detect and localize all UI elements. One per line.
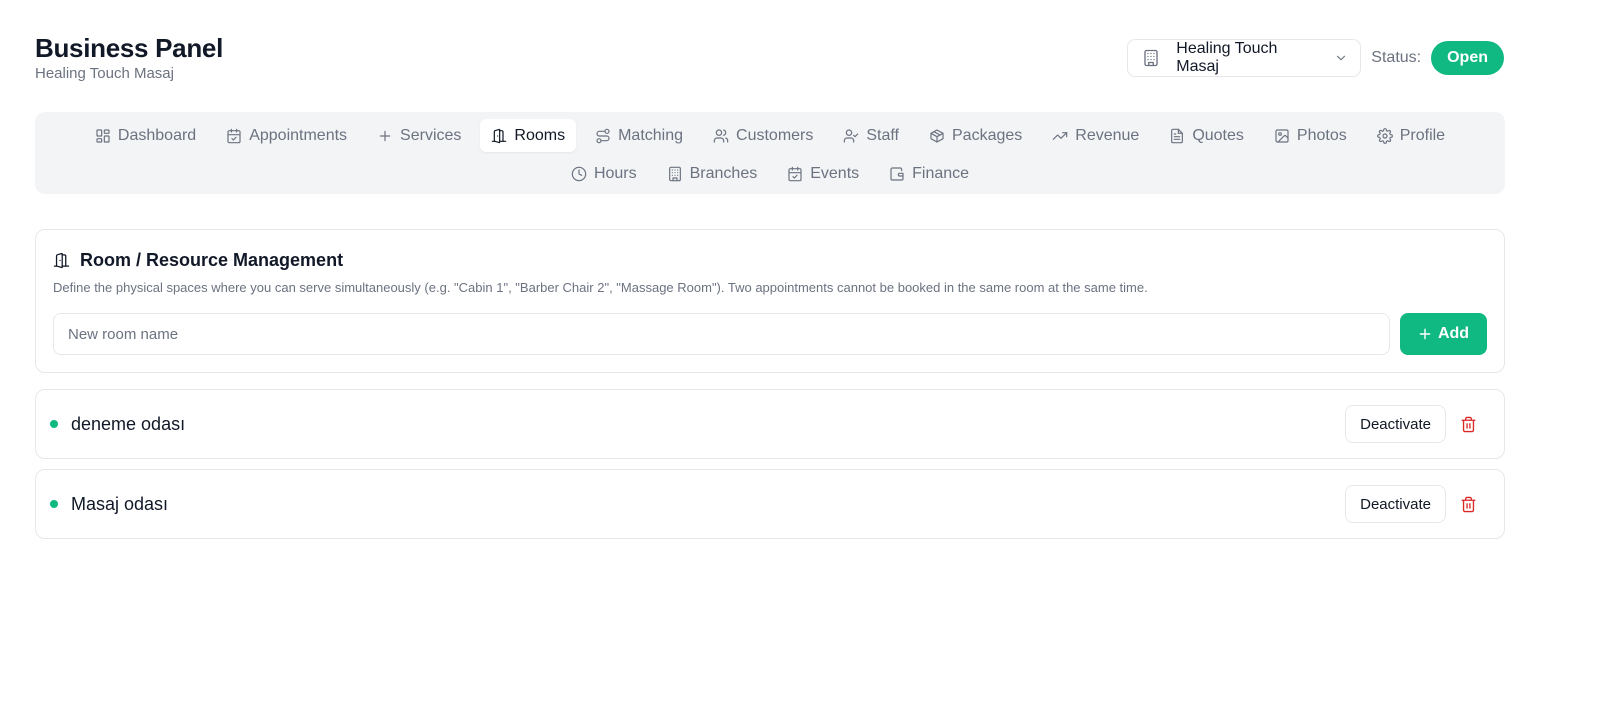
status-label: Status:	[1371, 49, 1422, 66]
section-title-text: Room / Resource Management	[80, 250, 344, 270]
tab-matching[interactable]: Matching	[584, 119, 694, 152]
tab-label: Services	[400, 126, 462, 144]
tab-finance[interactable]: Finance	[878, 157, 980, 190]
page-header: Business Panel Healing Touch Masaj	[35, 32, 223, 82]
tab-revenue[interactable]: Revenue	[1041, 119, 1150, 152]
page-subtitle: Healing Touch Masaj	[35, 65, 174, 82]
trending-up-icon	[1052, 131, 1068, 140]
status-badge: Open	[1431, 41, 1504, 75]
tab-label: Photos	[1296, 126, 1347, 144]
room-name: deneme odası	[71, 413, 186, 434]
package-icon	[930, 128, 944, 143]
header-controls: Healing Touch Masaj Status: Open	[1127, 39, 1504, 77]
tab-dashboard[interactable]: Dashboard	[84, 119, 207, 152]
add-button-label: Add	[1437, 325, 1470, 342]
plus-icon	[379, 130, 391, 141]
delete-button[interactable]	[1448, 405, 1488, 443]
tab-label: Events	[810, 164, 860, 182]
deactivate-button[interactable]: Deactivate	[1345, 485, 1446, 523]
add-room-button[interactable]: Add	[1400, 313, 1487, 355]
tab-branches[interactable]: Branches	[656, 157, 769, 190]
section-title: Room / Resource Management	[53, 250, 1487, 271]
tab-label: Hours	[593, 164, 637, 182]
nav-row-2: Hours Branches Events Finance	[560, 157, 980, 190]
tab-packages[interactable]: Packages	[918, 119, 1033, 152]
file-icon	[1171, 128, 1184, 143]
door-icon	[492, 128, 507, 143]
list-item: deneme odası Deactivate	[35, 389, 1505, 459]
tab-services[interactable]: Services	[366, 119, 472, 152]
image-icon	[1275, 128, 1289, 143]
route-icon	[596, 128, 610, 143]
tab-profile[interactable]: Profile	[1366, 119, 1456, 152]
business-select-value: Healing Touch Masaj	[1176, 40, 1278, 75]
door-icon	[53, 252, 70, 269]
tab-label: Customers	[736, 126, 814, 144]
delete-button[interactable]	[1448, 485, 1488, 523]
tab-label: Revenue	[1075, 126, 1140, 144]
page-title: Business Panel	[35, 33, 223, 63]
plus-icon	[1419, 328, 1431, 340]
wallet-icon	[890, 166, 904, 181]
tab-label: Quotes	[1192, 126, 1244, 144]
clock-icon	[571, 166, 587, 181]
trash-icon	[1460, 416, 1476, 432]
tab-rooms[interactable]: Rooms	[480, 119, 577, 152]
calendar-check-icon	[227, 128, 241, 143]
dashboard-icon	[96, 128, 110, 143]
room-status-dot	[50, 420, 58, 428]
section-description: Define the physical spaces where you can…	[53, 280, 1148, 295]
nav-row-1: Dashboard Appointments Services Rooms Ma…	[84, 119, 1456, 152]
building-icon	[1142, 49, 1160, 67]
trash-icon	[1460, 496, 1476, 512]
tab-label: Packages	[952, 126, 1023, 144]
tab-label: Dashboard	[117, 126, 197, 144]
room-management-card: Room / Resource Management Define the ph…	[35, 229, 1505, 373]
tab-customers[interactable]: Customers	[702, 119, 824, 152]
new-room-input[interactable]	[53, 313, 1390, 355]
tab-label: Appointments	[249, 126, 348, 144]
room-name: Masaj odası	[71, 493, 169, 514]
tab-hours[interactable]: Hours	[560, 157, 648, 190]
tab-label: Finance	[912, 164, 970, 182]
tab-label: Matching	[618, 126, 684, 144]
room-status-dot	[50, 500, 58, 508]
users-icon	[713, 128, 729, 143]
chevron-down-icon	[1334, 51, 1348, 65]
tab-staff[interactable]: Staff	[832, 119, 910, 152]
deactivate-button[interactable]: Deactivate	[1345, 405, 1446, 443]
building-icon	[668, 166, 681, 181]
calendar-check-icon	[788, 166, 802, 181]
tab-photos[interactable]: Photos	[1263, 119, 1358, 152]
tab-label: Profile	[1399, 126, 1446, 144]
main-nav: Dashboard Appointments Services Rooms Ma…	[35, 112, 1505, 194]
tab-label: Staff	[866, 126, 899, 144]
gear-icon	[1376, 127, 1393, 144]
list-item: Masaj odası Deactivate	[35, 469, 1505, 539]
tab-events[interactable]: Events	[776, 157, 870, 190]
tab-label: Rooms	[514, 126, 566, 144]
user-check-icon	[844, 128, 859, 143]
tab-label: Branches	[689, 164, 758, 182]
tab-quotes[interactable]: Quotes	[1158, 119, 1255, 152]
add-room-row: Add	[53, 313, 1487, 355]
business-select[interactable]: Healing Touch Masaj	[1127, 39, 1362, 77]
tab-appointments[interactable]: Appointments	[215, 119, 358, 152]
